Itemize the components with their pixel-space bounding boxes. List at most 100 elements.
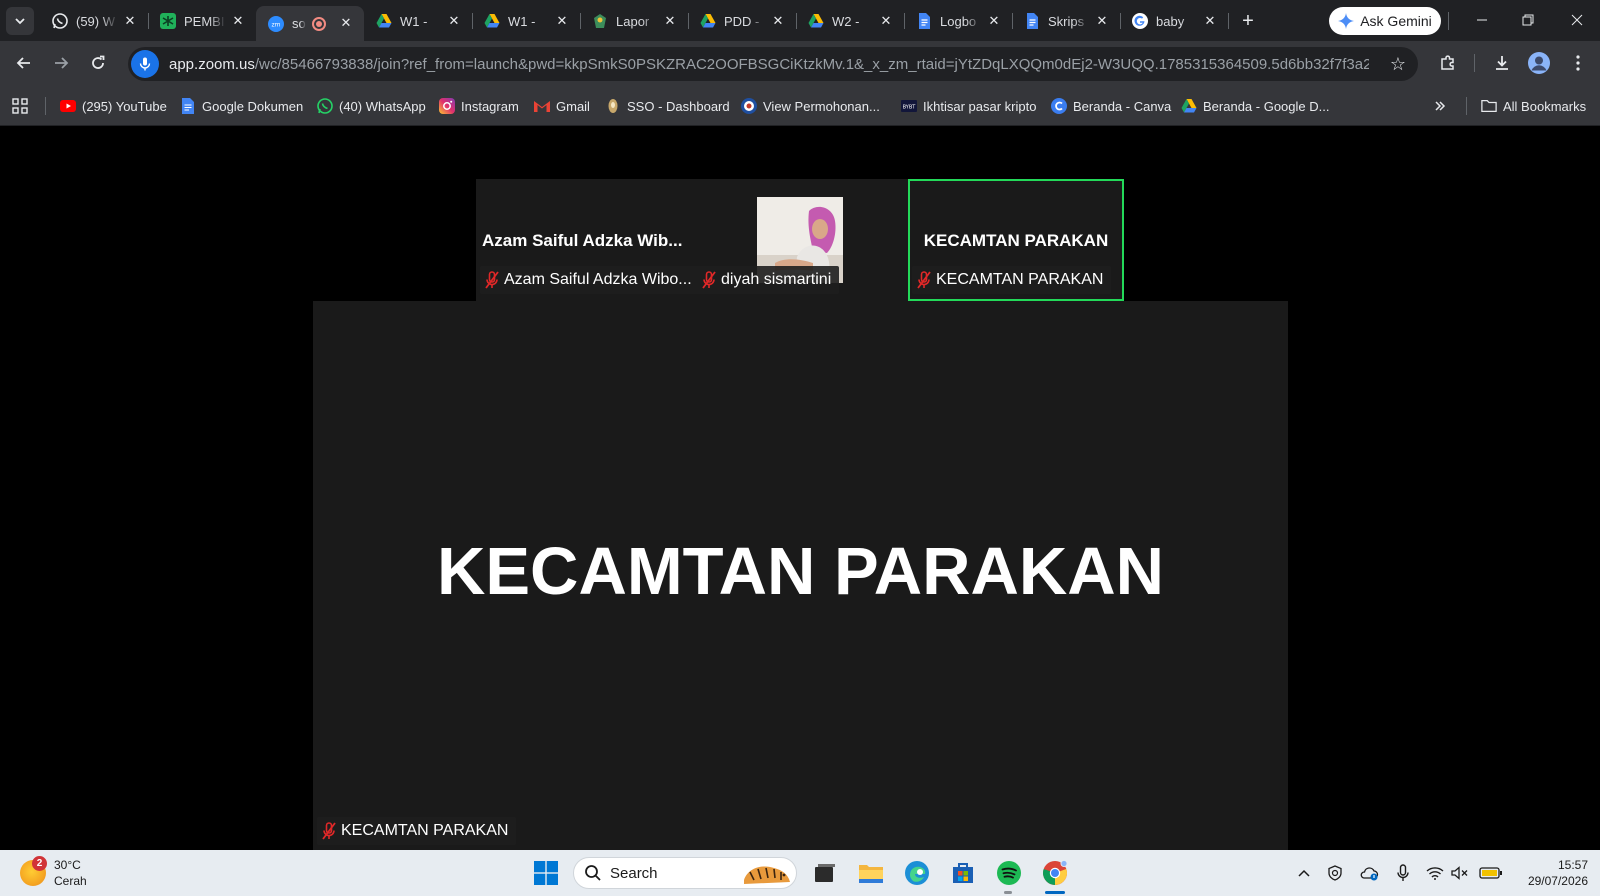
google-drive-icon xyxy=(808,13,824,29)
ask-gemini-button[interactable]: Ask Gemini xyxy=(1329,7,1441,35)
svg-text:BYBT: BYBT xyxy=(903,105,917,111)
battery-tray-icon[interactable] xyxy=(1478,863,1504,883)
extensions-button[interactable] xyxy=(1434,49,1462,77)
close-icon[interactable]: ✕ xyxy=(554,13,570,29)
tab-docs-logbook[interactable]: Logbo ✕ xyxy=(904,7,1013,35)
close-window-button[interactable] xyxy=(1554,0,1600,40)
cloud-icon xyxy=(1360,867,1379,881)
browser-menu-button[interactable] xyxy=(1564,49,1592,77)
close-icon[interactable]: ✕ xyxy=(770,13,786,29)
security-shield-icon xyxy=(1328,865,1342,881)
url-path: /wc/85466793838/join?ref_from=launch&pwd… xyxy=(254,55,1369,73)
bookmarks-overflow-button[interactable] xyxy=(1434,97,1446,115)
taskbar-clock[interactable]: 15:57 29/07/2026 xyxy=(1512,857,1588,889)
bookmark-canva[interactable]: Beranda - Canva xyxy=(1051,97,1171,115)
taskbar-search-box[interactable]: Search xyxy=(573,857,797,889)
restore-button[interactable] xyxy=(1505,0,1551,40)
url-host: app.zoom.us xyxy=(169,55,255,73)
onedrive-tray-icon[interactable] xyxy=(1358,863,1380,883)
profile-avatar[interactable] xyxy=(1525,49,1553,77)
new-tab-button[interactable]: + xyxy=(1237,10,1259,32)
reload-button[interactable] xyxy=(84,49,112,77)
tab-title: PDD - xyxy=(724,13,760,29)
tab-search-button[interactable] xyxy=(6,7,34,35)
tab-whatsapp[interactable]: (59) W ✕ xyxy=(40,7,149,35)
bookmark-whatsapp[interactable]: (40) WhatsApp xyxy=(317,97,426,115)
clock-time: 15:57 xyxy=(1557,858,1588,872)
participant-tile[interactable]: Azam Saiful Adzka Wib... Azam Saiful Adz… xyxy=(476,179,700,301)
participant-display-name: KECAMTAN PARAKAN xyxy=(923,231,1109,250)
bookmark-gmail[interactable]: Gmail xyxy=(534,97,590,115)
edge-browser-button[interactable] xyxy=(902,858,932,888)
tab-title: Logbo xyxy=(940,13,977,29)
bookmark-label: Instagram xyxy=(461,98,519,114)
chevron-double-right-icon xyxy=(1435,101,1446,111)
tab-laporan[interactable]: Lapor ✕ xyxy=(580,7,689,35)
tab-google-baby[interactable]: baby ✕ xyxy=(1120,7,1229,35)
volume-tray-icon[interactable] xyxy=(1449,863,1471,883)
tab-title: Skrips xyxy=(1048,13,1085,29)
close-icon[interactable]: ✕ xyxy=(1202,13,1218,29)
forward-button[interactable] xyxy=(47,49,75,77)
tab-drive-pdd[interactable]: PDD - ✕ xyxy=(688,7,797,35)
minimize-icon xyxy=(1477,19,1487,21)
bookmark-instagram[interactable]: Instagram xyxy=(439,97,519,115)
mic-muted-icon xyxy=(701,271,717,289)
tab-zoom-active[interactable]: zm so ✕ xyxy=(256,6,364,41)
bookmark-youtube[interactable]: (295) YouTube xyxy=(60,97,167,115)
bookmark-google-drive[interactable]: Beranda - Google D... xyxy=(1181,97,1329,115)
tray-app-icon[interactable] xyxy=(1324,863,1346,883)
start-button[interactable] xyxy=(531,858,561,888)
bookmark-sso-dashboard[interactable]: SSO - Dashboard xyxy=(605,97,730,115)
close-icon[interactable]: ✕ xyxy=(230,13,246,29)
apps-grid-icon xyxy=(12,98,28,114)
close-icon[interactable]: ✕ xyxy=(122,13,138,29)
chevron-up-icon xyxy=(1298,869,1310,877)
bookmark-label: (40) WhatsApp xyxy=(339,98,426,114)
bookmark-label: Google Dokumen xyxy=(202,98,304,114)
main-speaker-view[interactable]: KECAMTAN PARAKAN KECAMTAN PARAKAN xyxy=(313,301,1288,850)
wifi-tray-icon[interactable] xyxy=(1424,863,1446,883)
close-icon[interactable]: ✕ xyxy=(446,13,462,29)
sun-weather-icon: 2 xyxy=(20,856,47,886)
close-icon[interactable]: ✕ xyxy=(1094,13,1110,29)
close-icon[interactable]: ✕ xyxy=(662,13,678,29)
weather-widget[interactable]: 2 30°C Cerah xyxy=(20,856,87,889)
tab-title: Lapor xyxy=(616,13,650,29)
tab-docs-skripsi[interactable]: Skrips ✕ xyxy=(1012,7,1121,35)
bookmark-star-icon[interactable]: ☆ xyxy=(1390,54,1406,75)
bookmark-google-dokumen[interactable]: Google Dokumen xyxy=(180,97,303,115)
main-speaker-name: KECAMTAN PARAKAN xyxy=(436,534,1165,609)
task-view-button[interactable] xyxy=(810,858,840,888)
volume-muted-icon xyxy=(1451,866,1468,880)
microphone-tray-icon[interactable] xyxy=(1392,863,1414,883)
puzzle-icon xyxy=(1441,55,1454,70)
bookmark-label: Ikhtisar pasar kripto xyxy=(923,98,1037,114)
bookmark-ikhtisar-kripto[interactable]: BYBT Ikhtisar pasar kripto xyxy=(901,97,1036,115)
chrome-taskbar-button[interactable] xyxy=(1040,858,1070,888)
tab-perplexity[interactable]: PEMBI ✕ xyxy=(148,7,256,35)
downloads-button[interactable] xyxy=(1488,49,1516,77)
address-bar[interactable]: app.zoom.us/wc/85466793838/join?ref_from… xyxy=(128,47,1418,81)
close-icon[interactable]: ✕ xyxy=(878,13,894,29)
back-button[interactable] xyxy=(10,49,38,77)
tab-drive-w1[interactable]: W1 - ✕ xyxy=(364,7,473,35)
active-speaker-tile[interactable]: KECAMTAN PARAKAN KECAMTAN PARAKAN xyxy=(908,179,1124,301)
all-bookmarks-button[interactable]: All Bookmarks xyxy=(1481,97,1586,115)
apps-button[interactable] xyxy=(12,97,28,115)
mic-muted-icon xyxy=(484,271,500,289)
tab-drive-w1-b[interactable]: W1 - ✕ xyxy=(472,7,581,35)
file-explorer-button[interactable] xyxy=(856,858,886,888)
task-view-icon xyxy=(815,864,835,882)
show-hidden-icons-button[interactable] xyxy=(1293,863,1315,883)
tab-drive-w2[interactable]: W2 - ✕ xyxy=(796,7,905,35)
spotify-button[interactable] xyxy=(994,858,1024,888)
minimize-button[interactable] xyxy=(1459,0,1505,40)
microphone-active-icon[interactable] xyxy=(131,50,159,78)
bookmark-view-permohonan[interactable]: View Permohonan... xyxy=(741,97,880,115)
participant-name: Azam Saiful Adzka Wibo... xyxy=(504,271,692,288)
close-icon[interactable]: ✕ xyxy=(986,13,1002,29)
microsoft-store-button[interactable] xyxy=(948,858,978,888)
clock-date: 29/07/2026 xyxy=(1527,874,1588,888)
close-icon[interactable]: ✕ xyxy=(338,15,354,31)
